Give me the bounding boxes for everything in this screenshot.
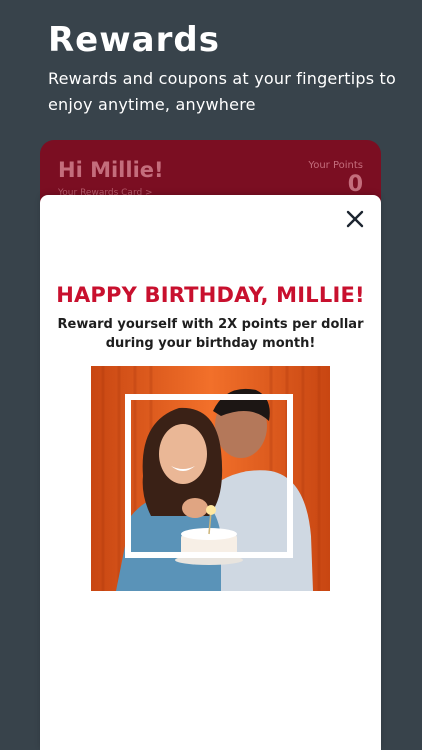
greeting: Hi Millie! — [58, 158, 164, 182]
promo-title: Rewards — [48, 20, 220, 60]
birthday-message: Reward yourself with 2X points per dolla… — [57, 317, 364, 351]
points-label: Your Points — [308, 160, 363, 171]
points-value: 0 — [347, 172, 363, 197]
promo-subtitle: Rewards and coupons at your fingertips t… — [48, 69, 397, 114]
birthday-heading: HAPPY BIRTHDAY, MILLIE! — [56, 283, 365, 307]
close-button[interactable] — [343, 207, 367, 231]
birthday-photo — [91, 366, 330, 591]
birthday-modal: HAPPY BIRTHDAY, MILLIE! Reward yourself … — [40, 195, 381, 750]
birthday-photo-illustration — [91, 366, 330, 591]
close-icon — [346, 210, 364, 228]
